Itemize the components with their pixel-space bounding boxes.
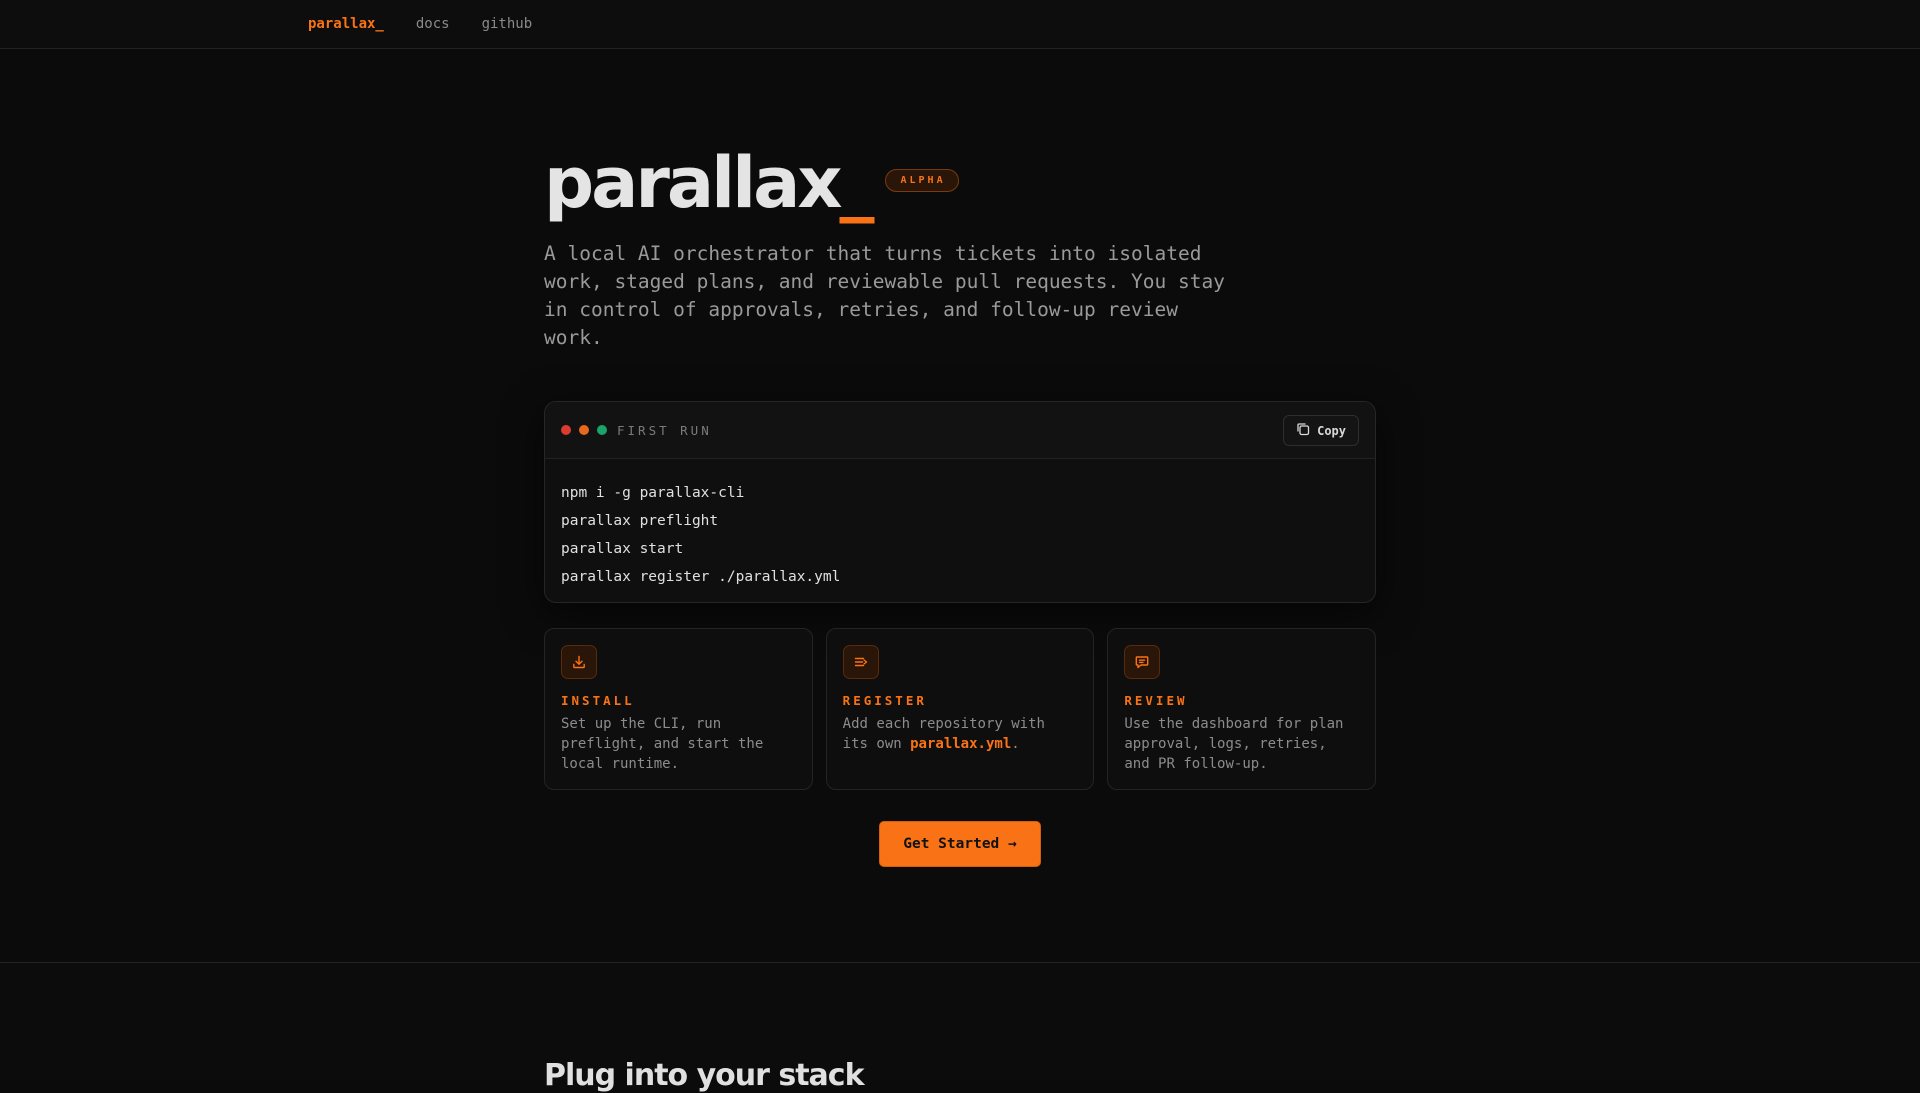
top-nav: parallax_ docs github xyxy=(0,0,1920,49)
alpha-badge: ALPHA xyxy=(885,169,959,192)
copy-icon xyxy=(1296,422,1310,439)
card-text: Add each repository with its own paralla… xyxy=(843,714,1078,754)
terminal-line: parallax start xyxy=(561,541,684,557)
config-filename: parallax.yml xyxy=(910,736,1012,752)
terminal-line: parallax register ./parallax.yml xyxy=(561,569,841,585)
register-icon xyxy=(842,645,879,679)
card-text: Set up the CLI, run preflight, and start… xyxy=(561,716,764,772)
copy-button[interactable]: Copy xyxy=(1283,415,1359,446)
hero-title: parallax_ xyxy=(544,140,874,226)
terminal-dot-green xyxy=(597,425,607,435)
section-title: Plug into your stack xyxy=(544,1058,865,1093)
get-started-button[interactable]: Get Started → xyxy=(880,822,1040,866)
card-install: INSTALL Set up the CLI, run preflight, a… xyxy=(544,628,813,790)
card-title: INSTALL xyxy=(561,693,635,708)
hero-title-row: parallax_ ALPHA xyxy=(544,140,1376,226)
card-title: REGISTER xyxy=(842,693,927,708)
card-register: REGISTER Add each repository with its ow… xyxy=(825,628,1095,790)
terminal-dot-orange xyxy=(579,425,589,435)
nav-docs-link[interactable]: docs xyxy=(416,16,450,32)
feature-cards: INSTALL Set up the CLI, run preflight, a… xyxy=(544,628,1377,790)
nav-github-link[interactable]: github xyxy=(482,16,533,32)
nav-brand-link[interactable]: parallax_ xyxy=(308,16,384,32)
nav-links: parallax_ docs github xyxy=(308,0,532,48)
chat-icon xyxy=(1124,645,1161,679)
terminal-window: FIRST RUN Copy npm i -g parallax-cli par… xyxy=(544,401,1376,603)
card-text: Use the dashboard for plan approval, log… xyxy=(1124,716,1344,772)
terminal-label: FIRST RUN xyxy=(617,422,712,438)
integrations-section: Plug into your stack xyxy=(0,962,1920,1093)
card-review: REVIEW Use the dashboard for plan approv… xyxy=(1107,628,1377,790)
copy-button-label: Copy xyxy=(1317,423,1346,438)
terminal-dot-red xyxy=(561,425,571,435)
card-text-part: . xyxy=(1011,736,1020,752)
terminal-body: npm i -g parallax-cli parallax preflight… xyxy=(545,459,1375,602)
hero-title-cursor: _ xyxy=(839,142,874,224)
hero-title-text: parallax xyxy=(544,142,842,224)
terminal-line: parallax preflight xyxy=(561,513,719,529)
card-title: REVIEW xyxy=(1124,693,1188,708)
hero: parallax_ ALPHA A local AI orchestrator … xyxy=(544,140,1376,352)
terminal-line: npm i -g parallax-cli xyxy=(561,485,745,501)
terminal-header: FIRST RUN Copy xyxy=(545,402,1375,459)
hero-description: A local AI orchestrator that turns ticke… xyxy=(544,242,1225,349)
download-icon xyxy=(561,645,597,679)
